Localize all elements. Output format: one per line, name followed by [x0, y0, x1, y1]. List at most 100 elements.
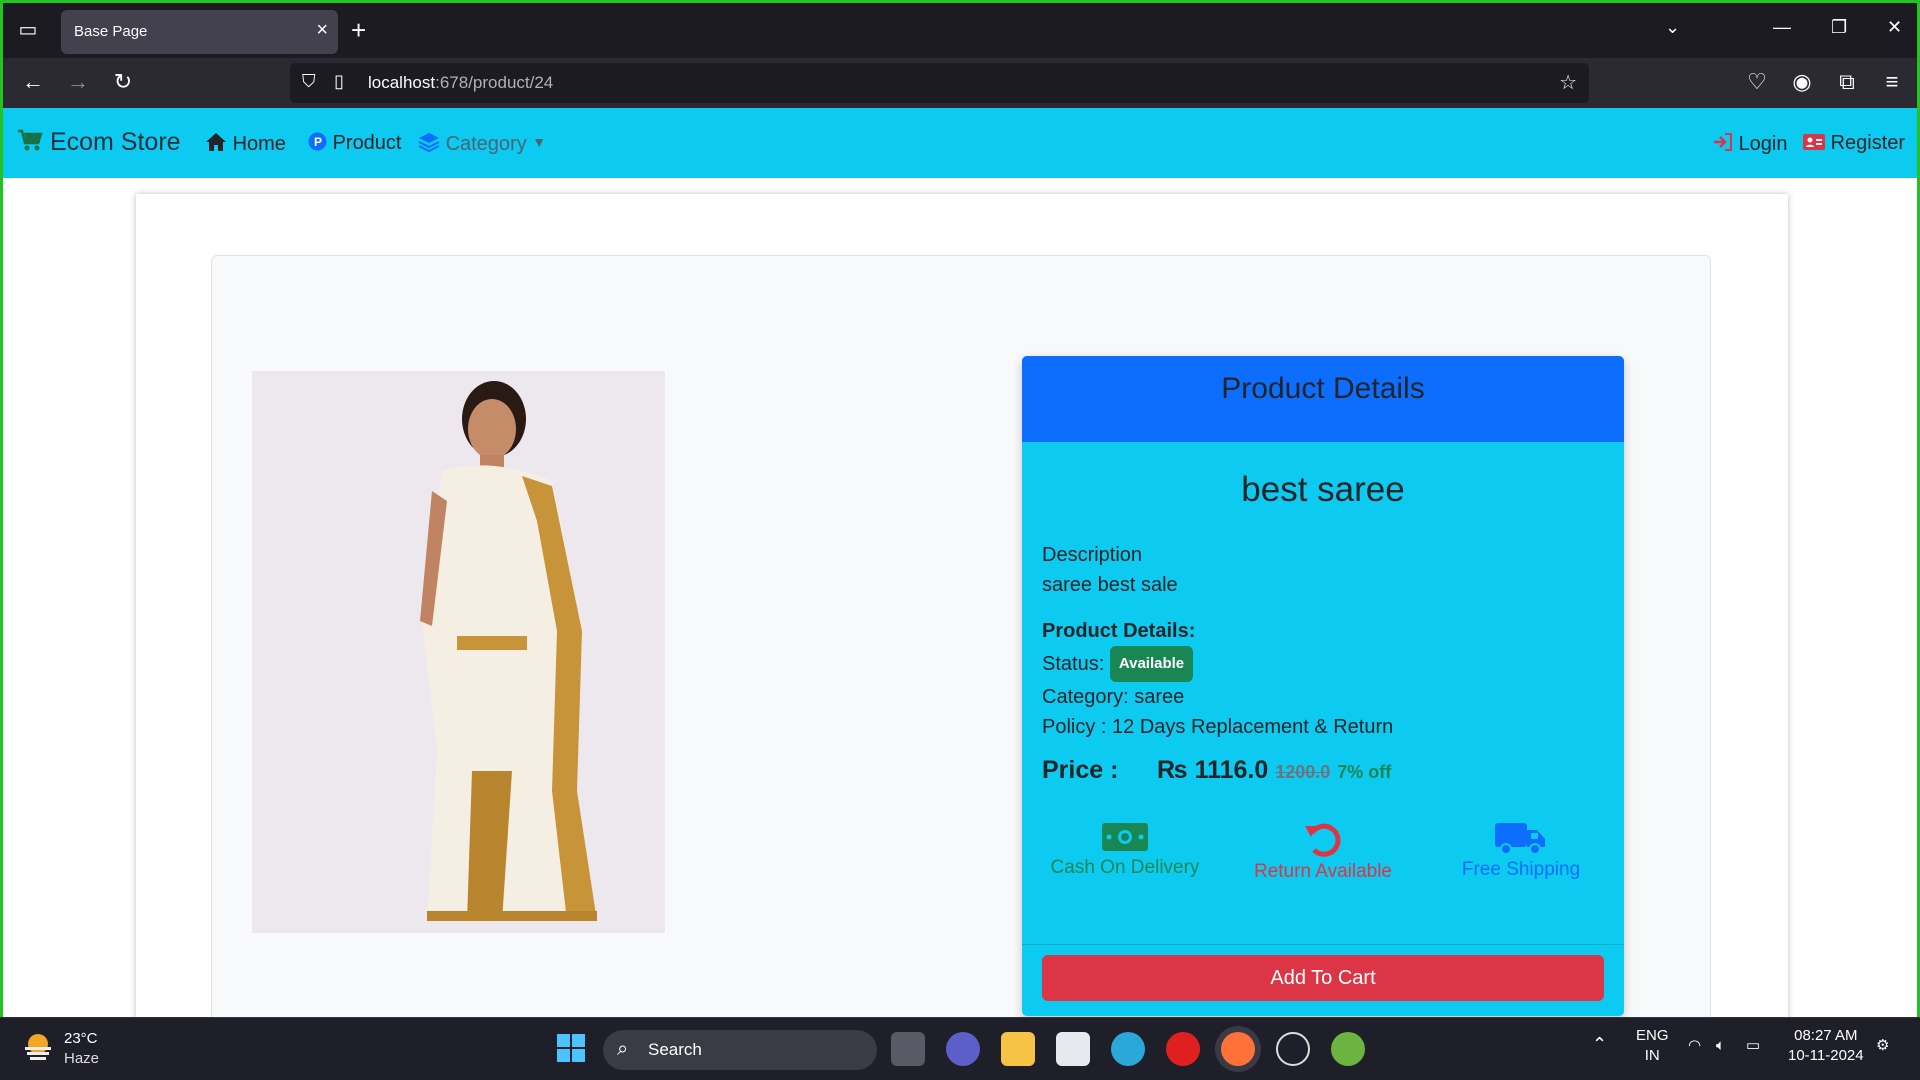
battery-icon[interactable]: ▭ [1746, 1036, 1760, 1056]
details-block: Product Details: Status: Available Categ… [1042, 616, 1393, 742]
show-hidden-icons[interactable]: ⌃ [1592, 1034, 1607, 1054]
clock-date: 10-11-2024 [1788, 1047, 1864, 1064]
firefox-icon[interactable] [1221, 1032, 1255, 1066]
feature-label: Cash On Delivery [1050, 857, 1200, 878]
tab-title: Base Page [74, 23, 148, 40]
weather-widget[interactable]: 23°C Haze [22, 1030, 99, 1067]
dell-icon[interactable] [1276, 1032, 1310, 1066]
product-section: Product Details best saree Description s… [211, 255, 1711, 1020]
nav-product-label: Product [332, 132, 402, 154]
home-icon [205, 133, 233, 155]
old-price: 1200.0 [1275, 762, 1331, 782]
nav-home-label: Home [232, 133, 286, 155]
restore-icon[interactable]: ❐ [1831, 17, 1847, 38]
discount-text: 7% off [1337, 762, 1392, 782]
close-window-icon[interactable]: ✕ [1887, 17, 1902, 38]
login-icon [1713, 133, 1739, 155]
volume-icon[interactable]: 🔈︎ [1716, 1036, 1725, 1056]
extensions-icon[interactable]: ⧉ [1834, 69, 1860, 95]
file-explorer-icon[interactable] [1001, 1032, 1035, 1066]
minimize-icon[interactable]: — [1773, 17, 1791, 38]
feature-free-shipping: Free Shipping [1426, 821, 1616, 881]
bookmark-star-icon[interactable]: ☆ [1559, 70, 1577, 95]
opera-icon[interactable] [1166, 1032, 1200, 1066]
id-card-icon [1803, 132, 1831, 154]
tab-base-page[interactable]: Base Page × [61, 10, 338, 54]
edge-icon[interactable] [1111, 1032, 1145, 1066]
search-icon: ⌕ [617, 1038, 629, 1060]
back-icon[interactable]: ← [20, 69, 46, 95]
price-values: ₨ 1116.0 1200.0 7% off [1157, 756, 1391, 785]
web-page: Ecom Store Home P Product Category ▼ Log… [3, 108, 1917, 1020]
tab-strip: ▭ Base Page × + ⌄ — ❐ ✕ [3, 3, 1917, 58]
brand-link[interactable]: Ecom Store [17, 128, 181, 157]
card-header: Product Details [1022, 356, 1624, 442]
nav-login-label: Login [1738, 133, 1788, 155]
close-tab-icon[interactable]: × [316, 19, 328, 42]
clock[interactable]: 08:27 AM 10-11-2024 [1788, 1026, 1864, 1066]
policy-line: Policy : 12 Days Replacement & Return [1042, 716, 1394, 738]
product-p-icon: P [308, 132, 333, 154]
undo-icon [1228, 821, 1418, 857]
feature-label: Free Shipping [1461, 859, 1581, 880]
language-line2: IN [1644, 1047, 1660, 1064]
tab-list-icon[interactable]: ▭ [15, 17, 41, 43]
category-line: Category: saree [1042, 686, 1185, 708]
feature-cash-on-delivery: Cash On Delivery [1030, 821, 1220, 879]
windows-start-icon[interactable] [555, 1032, 589, 1066]
new-tab-icon[interactable]: + [351, 15, 366, 46]
feature-return-available: Return Available [1228, 821, 1418, 883]
status-row: Status: Available [1042, 646, 1393, 682]
add-to-cart-button[interactable]: Add To Cart [1042, 955, 1604, 1001]
weather-condition: Haze [64, 1050, 100, 1067]
taskbar: 23°C Haze ⌕ Search ⌃ ENG IN ◠ 🔈︎ ▭ 08:27… [0, 1017, 1920, 1080]
caret-down-icon: ▼ [532, 134, 547, 150]
forward-icon[interactable]: → [65, 69, 91, 95]
pocket-icon[interactable]: ♡ [1744, 69, 1770, 95]
list-all-tabs-icon[interactable]: ⌄ [1665, 17, 1680, 38]
language-indicator[interactable]: ENG IN [1636, 1026, 1669, 1066]
account-icon[interactable]: ◉ [1789, 69, 1815, 95]
menu-icon[interactable]: ≡ [1879, 69, 1905, 95]
cart-icon [17, 128, 50, 156]
details-heading: Product Details: [1042, 620, 1196, 642]
nav-category-dropdown[interactable]: Category ▼ [418, 132, 546, 156]
url-bar[interactable]: ⛉ ▯ localhost:678/product/24 ☆ [290, 63, 1589, 103]
product-name: best saree [1241, 470, 1405, 509]
money-icon [1030, 821, 1220, 853]
notification-icon[interactable]: ⚙ [1876, 1036, 1889, 1056]
status-badge: Available [1109, 646, 1194, 682]
search-placeholder: Search [648, 1040, 702, 1059]
nav-category-label: Category [445, 133, 527, 155]
task-view-icon[interactable] [891, 1032, 925, 1066]
wifi-icon[interactable]: ◠ [1688, 1036, 1701, 1056]
shield-icon[interactable]: ⛉ [302, 71, 316, 92]
spring-tools-icon[interactable] [1331, 1032, 1365, 1066]
reload-icon[interactable]: ↻ [110, 69, 136, 95]
microsoft-store-icon[interactable] [1056, 1032, 1090, 1066]
page-icon: ▯ [334, 71, 344, 91]
nav-register[interactable]: Register [1803, 132, 1905, 155]
url-text[interactable]: localhost:678/product/24 [368, 73, 553, 93]
product-details-card: Product Details best saree Description s… [1022, 356, 1624, 1016]
browser-toolbar: ← → ↻ ⛉ ▯ localhost:678/product/24 ☆ ♡ ◉… [3, 58, 1917, 108]
current-price: ₨ 1116.0 [1157, 756, 1269, 784]
site-navbar: Ecom Store Home P Product Category ▼ Log… [3, 108, 1917, 178]
product-image [252, 371, 665, 933]
temperature: 23°C [64, 1030, 98, 1047]
price-row: Price : ₨ 1116.0 1200.0 7% off [1042, 756, 1391, 785]
page-container: Product Details best saree Description s… [136, 194, 1788, 1020]
layers-icon [418, 133, 446, 155]
nav-login[interactable]: Login [1713, 132, 1788, 156]
description-label: Description [1042, 544, 1143, 566]
svg-text:P: P [314, 135, 322, 149]
nav-product[interactable]: P Product [308, 132, 402, 155]
nav-home[interactable]: Home [205, 132, 286, 156]
feature-label: Return Available [1253, 861, 1393, 882]
teams-chat-icon[interactable] [946, 1032, 980, 1066]
status-label: Status: [1042, 653, 1105, 675]
language-line1: ENG [1636, 1027, 1669, 1044]
taskbar-search[interactable]: ⌕ Search [603, 1030, 877, 1070]
clock-time: 08:27 AM [1794, 1027, 1858, 1044]
brand-name: Ecom Store [49, 128, 181, 156]
